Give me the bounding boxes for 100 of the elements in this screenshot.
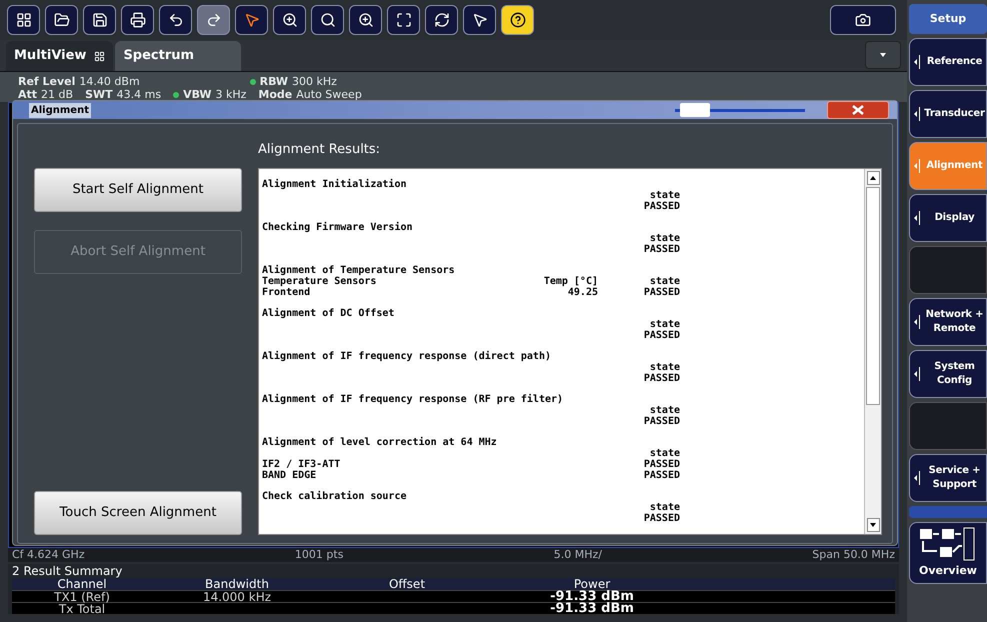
table-cell-text: -91.33 dBm bbox=[549, 591, 635, 603]
close-button[interactable] bbox=[827, 101, 889, 119]
slider-thumb[interactable] bbox=[680, 103, 710, 117]
arrow-icon bbox=[914, 471, 920, 485]
result-state: state bbox=[648, 502, 680, 513]
column-header: Offset bbox=[388, 578, 426, 590]
toolbar-button[interactable] bbox=[7, 5, 40, 35]
softkey[interactable]: Display bbox=[909, 194, 987, 242]
softkey-label: Display bbox=[934, 211, 976, 225]
result-heading: Checking Firmware Version bbox=[262, 222, 414, 233]
result-state: PASSED bbox=[642, 416, 680, 427]
pointer-icon bbox=[244, 12, 260, 28]
result-state: PASSED bbox=[642, 470, 680, 481]
column-header: Power bbox=[574, 578, 610, 590]
zoom-icon bbox=[282, 12, 298, 28]
softkey[interactable]: Reference bbox=[909, 38, 987, 86]
header-label: Ref Level bbox=[18, 75, 76, 88]
softkey[interactable]: System Config bbox=[909, 350, 987, 398]
softkey-label: Alignment bbox=[925, 159, 984, 173]
header-label: Att bbox=[18, 88, 38, 101]
result-state: state bbox=[648, 362, 680, 373]
zoom-slider[interactable] bbox=[675, 103, 805, 117]
toolbar-button[interactable] bbox=[45, 5, 78, 35]
toolbar-button[interactable] bbox=[273, 5, 306, 35]
diagram-footer-text: Span 50.0 MHz bbox=[812, 548, 895, 562]
result-summary-title: 2 Result Summary bbox=[11, 564, 124, 578]
header-label: SWT bbox=[85, 88, 113, 101]
header-value: 21 dB bbox=[41, 88, 74, 101]
arrow-icon bbox=[914, 159, 920, 173]
caret-icon bbox=[880, 53, 886, 57]
header-value: 43.4 ms bbox=[116, 88, 162, 101]
header-value: 3 kHz bbox=[216, 88, 246, 101]
toolbar-button[interactable] bbox=[197, 5, 230, 35]
softkey-label: Network + Remote bbox=[924, 308, 984, 336]
result-label: Temperature Sensors bbox=[262, 276, 378, 287]
result-heading: Alignment of IF frequency response (RF pre filter) bbox=[262, 394, 564, 405]
diagram-footer-text: 1001 pts bbox=[294, 548, 344, 562]
sweep-icon bbox=[434, 12, 450, 28]
table-cell-text: 14.000 kHz bbox=[202, 591, 272, 603]
softkey-label: Service + Support bbox=[928, 464, 982, 492]
header-value: Auto Sweep bbox=[296, 88, 362, 101]
diagram-footer-text: 5.0 MHz/ bbox=[554, 548, 602, 562]
print-icon bbox=[130, 12, 146, 28]
softkey[interactable]: Transducer bbox=[909, 90, 987, 138]
toolbar-button[interactable] bbox=[159, 5, 192, 35]
scroll-down-icon bbox=[866, 518, 880, 532]
softkey-label: Reference bbox=[926, 55, 984, 69]
result-state: state bbox=[648, 276, 680, 287]
toolbar-button[interactable] bbox=[235, 5, 268, 35]
result-state: PASSED bbox=[642, 201, 680, 212]
result-state: state bbox=[648, 319, 680, 330]
column-header: Bandwidth bbox=[204, 578, 270, 590]
toolbar-button[interactable] bbox=[463, 5, 496, 35]
help-icon bbox=[510, 12, 526, 28]
result-heading: Check calibration source bbox=[262, 491, 408, 502]
save-icon bbox=[92, 12, 108, 28]
table-cell-text: Tx Total bbox=[58, 603, 106, 615]
toolbar-button[interactable] bbox=[387, 5, 420, 35]
column-header: Channel bbox=[56, 578, 107, 590]
result-label: IF2 / IF3-ATT bbox=[262, 459, 342, 470]
results-title: Alignment Results: bbox=[258, 141, 382, 160]
result-state: PASSED bbox=[642, 513, 680, 524]
diagram-footer-text: Cf 4.624 GHz bbox=[12, 548, 85, 562]
dialog-button[interactable]: Start Self Alignment bbox=[34, 168, 242, 212]
toolbar-button[interactable] bbox=[311, 5, 344, 35]
toolbar-button[interactable] bbox=[501, 5, 534, 35]
dialog-button[interactable]: Touch Screen Alignment bbox=[34, 491, 242, 535]
result-state: state bbox=[648, 405, 680, 416]
toolbar-button[interactable] bbox=[425, 5, 458, 35]
zoom-icon bbox=[358, 12, 374, 28]
view-tab[interactable]: Spectrum bbox=[115, 41, 242, 71]
toolbar-button[interactable] bbox=[349, 5, 382, 35]
grid-icon bbox=[94, 50, 106, 62]
result-state: PASSED bbox=[642, 459, 680, 470]
arrow-icon bbox=[914, 55, 920, 69]
softkey[interactable]: Network + Remote bbox=[909, 298, 987, 346]
header-label: RBW bbox=[260, 75, 288, 88]
result-heading: Alignment Initialization bbox=[262, 179, 408, 190]
header-label: VBW bbox=[183, 88, 212, 101]
toolbar-button[interactable] bbox=[83, 5, 116, 35]
close-icon bbox=[852, 105, 864, 115]
result-heading: Alignment of IF frequency response (direct path) bbox=[262, 351, 552, 362]
overview-button[interactable]: Overview bbox=[909, 522, 987, 584]
toolbar-button[interactable] bbox=[121, 5, 154, 35]
undo-icon bbox=[168, 12, 184, 28]
softkey[interactable]: Service + Support bbox=[909, 454, 987, 502]
result-value: 49.25 bbox=[566, 287, 598, 298]
result-state: PASSED bbox=[642, 244, 680, 255]
table-cell-text: TX1 (Ref) bbox=[53, 591, 111, 603]
fit-icon bbox=[396, 12, 412, 28]
result-heading: Alignment of level correction at 64 MHz bbox=[262, 437, 498, 448]
camera-icon bbox=[855, 12, 871, 28]
screenshot-button[interactable] bbox=[830, 5, 896, 35]
view-tab[interactable]: MultiView bbox=[6, 41, 114, 71]
result-state: state bbox=[648, 233, 680, 244]
header-value: 300 kHz bbox=[292, 75, 337, 88]
result-state: state bbox=[648, 448, 680, 459]
open-folder-icon bbox=[54, 12, 70, 28]
table-cell-text: -91.33 dBm bbox=[549, 603, 635, 615]
result-label: Frontend bbox=[262, 287, 310, 298]
